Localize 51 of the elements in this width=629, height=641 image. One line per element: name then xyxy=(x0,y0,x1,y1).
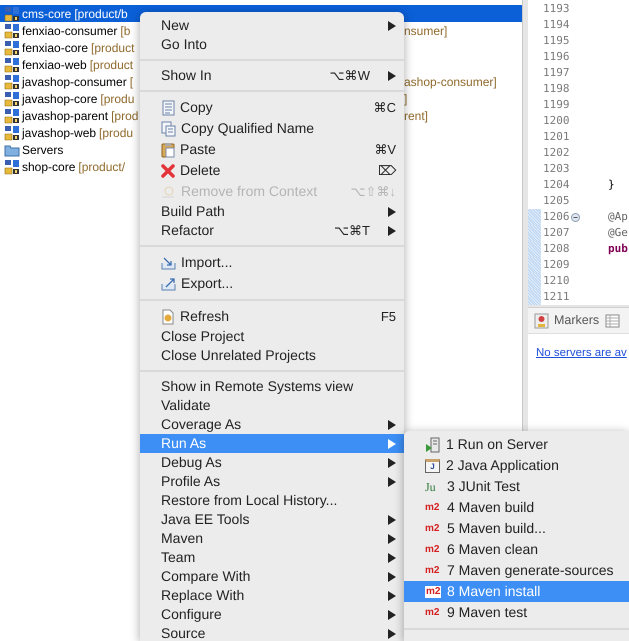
line-number: 1195 xyxy=(542,32,570,49)
line-number: 1207 xyxy=(542,224,570,241)
line-number: 1201 xyxy=(542,128,570,145)
project-branch: ] xyxy=(404,90,408,108)
project-branch: nsumer] xyxy=(404,22,448,40)
project-branch: ashop-consumer] xyxy=(404,74,497,90)
maven-icon: m2 xyxy=(425,544,441,556)
maven-icon: m2 xyxy=(425,502,441,514)
line-number: 1200 xyxy=(542,112,570,129)
line-number: 1205 xyxy=(542,192,570,209)
shortcut-text: ⌥⇧⌘↓ xyxy=(350,182,396,201)
line-number: 1198 xyxy=(542,80,570,97)
code-text: } xyxy=(607,176,615,193)
project-branch: [produ xyxy=(100,90,134,108)
java-app-icon: J xyxy=(425,458,440,472)
shortcut-text: ⌘V xyxy=(374,140,396,159)
line-number: 1210 xyxy=(542,272,570,289)
line-number: 1204 xyxy=(542,176,570,193)
project-branch: [product xyxy=(91,40,134,56)
shortcut-text: ⌥⌘T xyxy=(334,222,370,240)
line-number: 1203 xyxy=(542,160,570,177)
code-text: pub xyxy=(607,240,628,257)
code-text: @Ap xyxy=(607,208,628,225)
line-number: 1196 xyxy=(542,48,570,65)
shortcut-text: ⌘C xyxy=(374,98,396,117)
line-number: 1199 xyxy=(542,96,570,113)
shortcut-text: ⌦ xyxy=(378,162,396,180)
line-number: 1197 xyxy=(542,64,570,81)
project-branch: [b xyxy=(120,22,130,40)
maven-icon: m2 xyxy=(425,522,441,534)
maven-icon: m2 xyxy=(425,586,441,598)
shortcut-text: F5 xyxy=(380,308,396,326)
line-number: 1209 xyxy=(542,256,570,273)
line-number: 1193 xyxy=(542,0,570,17)
project-branch: [product xyxy=(90,56,134,74)
project-branch: [prod xyxy=(111,108,138,124)
project-branch: [produ xyxy=(99,124,134,142)
project-branch: [product/b xyxy=(74,6,128,22)
line-number: 1194 xyxy=(542,16,570,33)
line-number: 1202 xyxy=(542,144,570,161)
project-branch: rent] xyxy=(404,108,428,124)
junit-icon: Ju xyxy=(425,478,441,496)
line-number: 1206 xyxy=(542,208,570,225)
line-number: 1211 xyxy=(542,288,570,305)
maven-icon: m2 xyxy=(425,564,441,576)
maven-icon: m2 xyxy=(425,606,441,618)
project-branch: [product/ xyxy=(78,158,126,176)
code-text: @Ge xyxy=(607,224,628,241)
project-branch: [ xyxy=(130,74,134,90)
shortcut-text: ⌥⌘W xyxy=(330,66,370,85)
line-number: 1208 xyxy=(542,240,570,257)
